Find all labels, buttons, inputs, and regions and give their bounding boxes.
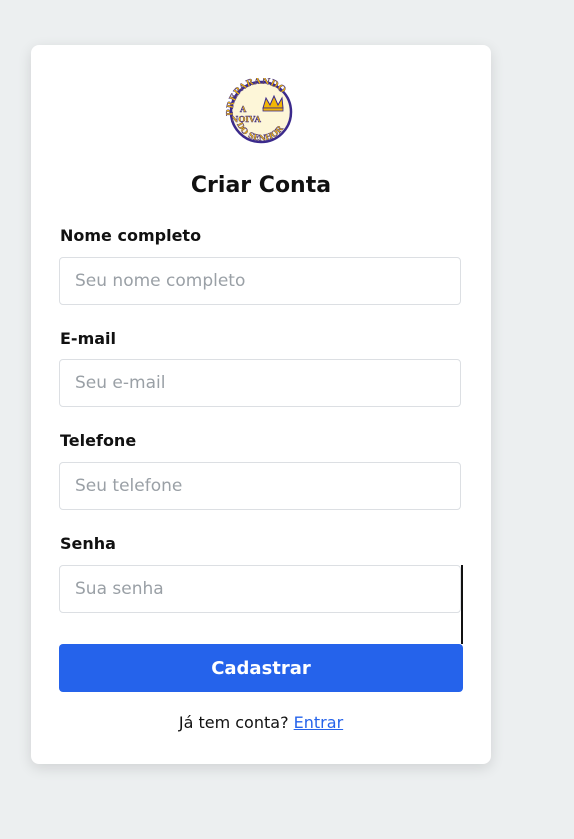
email-field[interactable] bbox=[59, 359, 461, 407]
password-field[interactable] bbox=[59, 565, 461, 613]
login-prompt: Já tem conta? Entrar bbox=[31, 713, 491, 732]
logo: PREPARANDO A NOIVA DO SENHOR bbox=[225, 78, 293, 144]
full-name-field[interactable] bbox=[59, 257, 461, 305]
signup-button[interactable]: Cadastrar bbox=[59, 644, 463, 692]
full-name-label: Nome completo bbox=[60, 226, 202, 245]
signup-card: PREPARANDO A NOIVA DO SENHOR Criar Conta… bbox=[31, 45, 491, 764]
logo-line3: NOIVA bbox=[231, 114, 262, 124]
page-title: Criar Conta bbox=[190, 173, 332, 198]
login-prompt-text: Já tem conta? bbox=[178, 713, 289, 732]
phone-field[interactable] bbox=[59, 462, 461, 510]
logo-line2: A bbox=[239, 104, 247, 114]
text-cursor bbox=[461, 565, 463, 644]
phone-label: Telefone bbox=[60, 431, 137, 450]
password-label: Senha bbox=[60, 534, 116, 553]
email-label: E-mail bbox=[60, 329, 117, 348]
login-link[interactable]: Entrar bbox=[294, 713, 343, 732]
